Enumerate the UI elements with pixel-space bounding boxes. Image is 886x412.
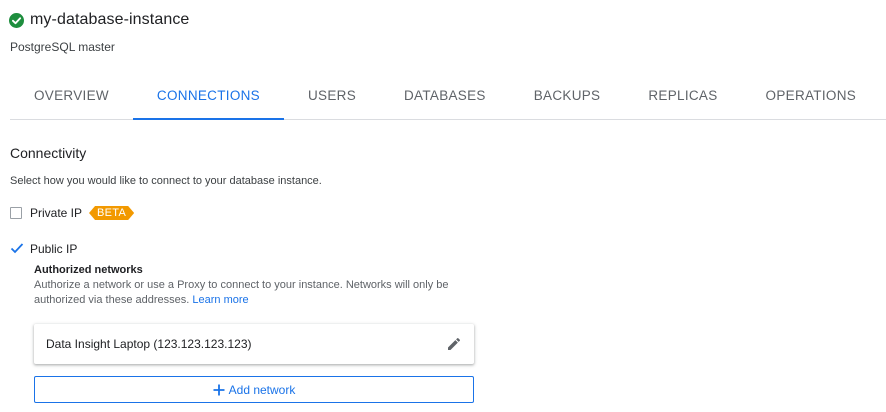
tab-users[interactable]: USERS — [284, 72, 380, 119]
add-network-button[interactable]: Add network — [34, 376, 474, 403]
checkmark-icon — [10, 243, 24, 254]
section-title: Connectivity — [10, 145, 87, 161]
private-ip-checkbox[interactable] — [10, 207, 22, 219]
network-list-item[interactable]: Data Insight Laptop (123.123.123.123) — [34, 324, 474, 364]
instance-subtitle: PostgreSQL master — [10, 40, 115, 54]
tab-connections[interactable]: CONNECTIONS — [132, 72, 285, 120]
tab-overview[interactable]: OVERVIEW — [10, 72, 133, 119]
tab-databases[interactable]: DATABASES — [380, 72, 510, 119]
authorized-networks-description: Authorize a network or use a Proxy to co… — [34, 278, 474, 308]
instance-details-page: my-database-instance PostgreSQL master O… — [0, 0, 886, 412]
tab-replicas[interactable]: REPLICAS — [624, 72, 741, 119]
tab-backups[interactable]: BACKUPS — [510, 72, 625, 119]
edit-icon[interactable] — [446, 336, 462, 352]
instance-header: my-database-instance — [9, 11, 189, 29]
add-network-label: Add network — [228, 382, 296, 397]
public-ip-label: Public IP — [30, 242, 78, 256]
authorized-networks-title: Authorized networks — [34, 264, 143, 276]
private-ip-option[interactable]: Private IP BETA — [10, 206, 134, 220]
network-name: Data Insight Laptop (123.123.123.123) — [46, 337, 252, 351]
beta-badge: BETA — [89, 206, 134, 220]
plus-icon — [213, 384, 225, 396]
tab-operations[interactable]: OPERATIONS — [742, 72, 881, 119]
private-ip-label: Private IP — [30, 206, 83, 220]
learn-more-link[interactable]: Learn more — [192, 294, 248, 306]
instance-title: my-database-instance — [30, 11, 190, 28]
authorized-networks-section: Authorized networks Authorize a network … — [34, 264, 474, 308]
public-ip-option[interactable]: Public IP — [10, 242, 77, 256]
tab-bar: OVERVIEW CONNECTIONS USERS DATABASES BAC… — [10, 72, 886, 120]
public-ip-checkbox[interactable] — [10, 243, 24, 255]
section-description: Select how you would like to connect to … — [10, 175, 322, 187]
check-circle-icon — [9, 12, 24, 28]
